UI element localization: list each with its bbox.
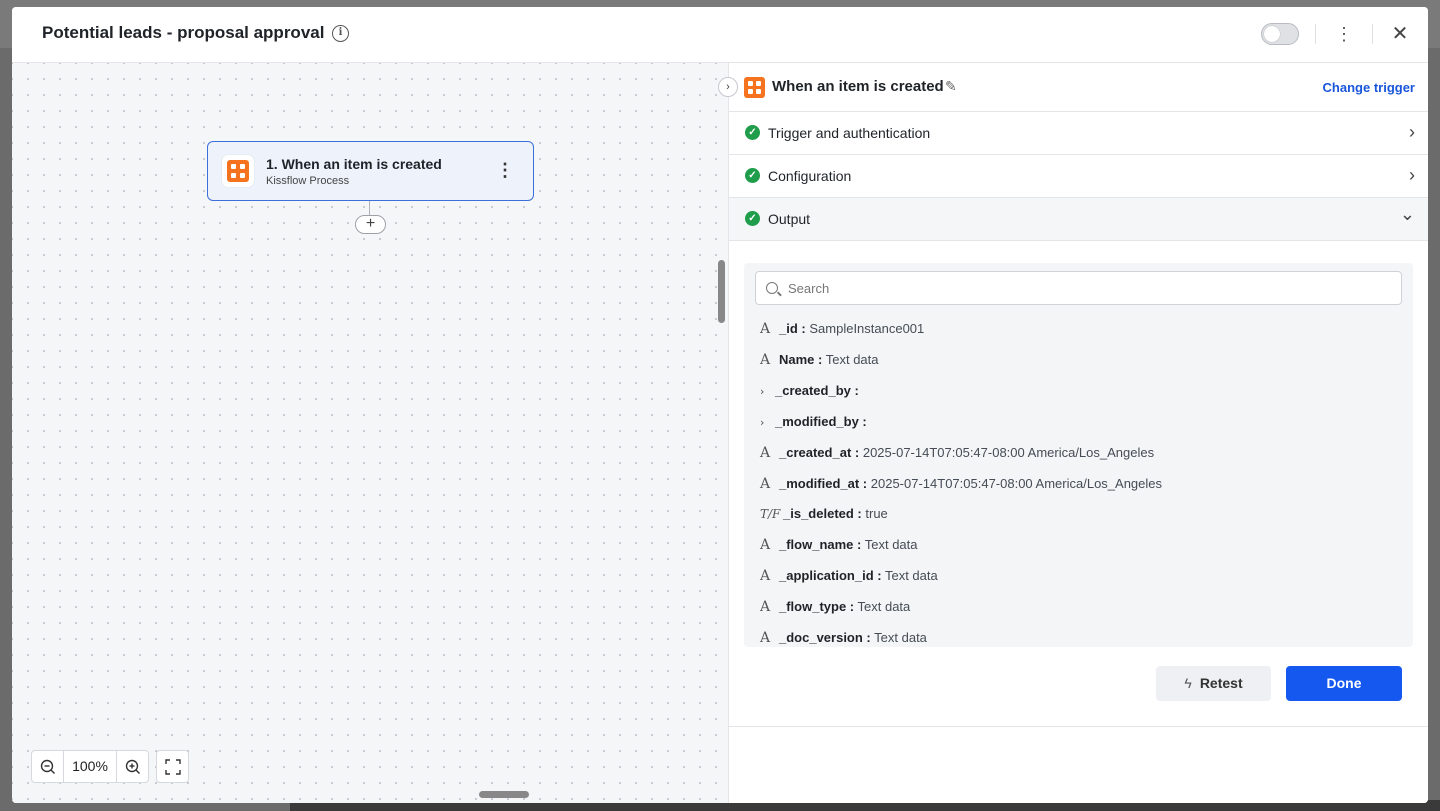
field-value: 2025-07-14T07:05:47-08:00 America/Los_An… xyxy=(870,475,1163,491)
divider xyxy=(729,726,1428,727)
field-key: _id : xyxy=(779,321,806,336)
node-title: 1. When an item is created xyxy=(266,156,442,172)
output-field-row[interactable]: A _flow_type : Text data xyxy=(760,599,910,619)
toggle-knob xyxy=(1264,26,1280,42)
field-value: 2025-07-14T07:05:47-08:00 America/Los_An… xyxy=(862,444,1155,460)
change-trigger-link[interactable]: Change trigger xyxy=(1323,80,1415,95)
text-type-icon: A xyxy=(760,321,771,337)
retest-button[interactable]: ϟ Retest xyxy=(1156,666,1271,701)
check-icon: ✓ xyxy=(745,125,760,140)
field-value: true xyxy=(865,506,888,522)
section-label: Configuration xyxy=(768,168,852,184)
fit-screen-icon[interactable] xyxy=(156,750,189,783)
search-field xyxy=(755,271,1402,305)
lightning-icon: ϟ xyxy=(1184,675,1192,691)
output-field-row[interactable]: A _doc_version : Text data xyxy=(760,630,927,647)
info-icon[interactable]: i xyxy=(332,25,349,42)
text-type-icon: A xyxy=(760,630,771,646)
vertical-scrollbar[interactable] xyxy=(718,260,725,323)
output-field-row[interactable]: A _flow_name : Text data xyxy=(760,537,918,557)
output-field-row[interactable]: A Name : Text data xyxy=(760,352,879,372)
kissflow-logo-icon xyxy=(744,77,765,98)
field-value: Text data xyxy=(864,537,918,553)
retest-label: Retest xyxy=(1199,675,1243,691)
text-type-icon: A xyxy=(760,568,771,585)
output-list: A _id : SampleInstance001 A Name : Text dat… xyxy=(744,263,1413,647)
zoom-controls: 100% xyxy=(31,750,149,783)
trigger-node[interactable]: 1. When an item is created Kissflow Proc… xyxy=(207,141,534,201)
output-field-row[interactable]: › _created_by : xyxy=(760,383,859,403)
modal-title: Potential leads - proposal approval xyxy=(42,23,325,42)
field-key: Name : xyxy=(779,351,823,367)
field-key: _modified_by : xyxy=(775,413,867,429)
text-type-icon: A xyxy=(760,444,771,461)
field-value: Text data xyxy=(874,630,927,645)
node-menu-icon[interactable]: ⋮ xyxy=(496,158,514,182)
panel-header: When an item is created ✎ Change trigger xyxy=(729,63,1428,112)
text-type-icon: A xyxy=(760,475,771,492)
field-value: Text data xyxy=(884,568,938,584)
kissflow-app-icon xyxy=(222,155,254,187)
section-trigger-auth[interactable]: ✓ Trigger and authentication › xyxy=(729,112,1428,155)
field-key: _doc_version : xyxy=(779,630,871,645)
field-value: Text data xyxy=(857,599,911,615)
text-type-icon: A xyxy=(760,599,771,616)
search-input[interactable] xyxy=(788,272,1388,304)
workflow-enable-toggle[interactable] xyxy=(1261,23,1299,45)
field-key: _modified_at : xyxy=(779,475,868,491)
output-field-row[interactable]: T/F _is_deleted : true xyxy=(760,506,888,526)
field-key: _application_id : xyxy=(779,568,882,584)
field-key: _flow_type : xyxy=(779,599,855,615)
field-key: _created_by : xyxy=(775,382,859,398)
text-type-icon: A xyxy=(760,537,771,554)
trigger-panel: When an item is created ✎ Change trigger… xyxy=(718,63,1428,803)
more-options-icon[interactable]: ⋮ xyxy=(1335,23,1353,45)
kissflow-logo xyxy=(227,160,249,182)
horizontal-scrollbar[interactable] xyxy=(479,791,529,798)
output-field-row[interactable]: A _created_at : 2025-07-14T07:05:47-08:00… xyxy=(760,445,1154,465)
divider xyxy=(1372,24,1373,44)
section-output[interactable]: ✓ Output ⌄ xyxy=(729,198,1428,241)
zoom-out-icon[interactable] xyxy=(32,751,63,782)
collapse-panel-icon[interactable]: › xyxy=(718,77,738,97)
chevron-right-icon: › xyxy=(1409,122,1415,142)
field-key: _flow_name : xyxy=(779,537,862,553)
search-icon xyxy=(766,282,778,294)
boolean-type-icon: T/F xyxy=(760,507,781,522)
chevron-right-icon: › xyxy=(1409,165,1415,185)
node-connector xyxy=(369,201,370,215)
divider xyxy=(1315,24,1316,44)
node-subtitle: Kissflow Process xyxy=(266,175,350,187)
check-icon: ✓ xyxy=(745,211,760,226)
field-value: SampleInstance001 xyxy=(809,321,925,336)
zoom-in-icon[interactable] xyxy=(117,751,148,782)
edit-icon[interactable]: ✎ xyxy=(945,78,957,95)
add-step-button[interactable]: + xyxy=(355,215,386,234)
field-value: Text data xyxy=(825,351,879,367)
expand-chevron-icon[interactable]: › xyxy=(760,385,770,398)
panel-title: When an item is created xyxy=(772,78,944,95)
workflow-modal: Potential leads - proposal approval i ⋮ … xyxy=(12,7,1428,803)
expand-chevron-icon[interactable]: › xyxy=(760,416,770,429)
output-field-row[interactable]: A _application_id : Text data xyxy=(760,568,938,588)
field-key: _is_deleted : xyxy=(783,506,862,522)
section-configuration[interactable]: ✓ Configuration › xyxy=(729,155,1428,198)
section-label: Trigger and authentication xyxy=(768,125,931,141)
output-field-row[interactable]: A _id : SampleInstance001 xyxy=(760,321,924,341)
output-field-row[interactable]: A _modified_at : 2025-07-14T07:05:47-08:0… xyxy=(760,476,1162,496)
close-icon[interactable]: ✕ xyxy=(1390,22,1410,46)
field-key: _created_at : xyxy=(779,444,860,460)
workflow-canvas[interactable]: 1. When an item is created Kissflow Proc… xyxy=(12,63,728,803)
chevron-down-icon: ⌄ xyxy=(1399,204,1415,224)
modal-header: Potential leads - proposal approval i ⋮ … xyxy=(12,7,1428,63)
check-icon: ✓ xyxy=(745,168,760,183)
output-field-row[interactable]: › _modified_by : xyxy=(760,414,867,434)
done-button[interactable]: Done xyxy=(1286,666,1402,701)
text-type-icon: A xyxy=(760,351,771,368)
section-label: Output xyxy=(768,211,811,227)
zoom-level: 100% xyxy=(63,751,117,782)
